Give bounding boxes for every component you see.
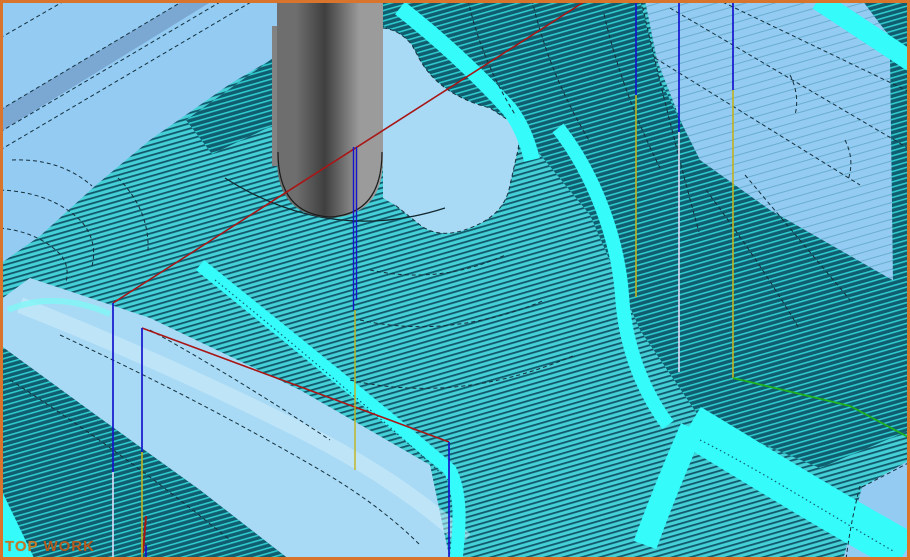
tool-body	[277, 0, 383, 218]
plane-name-label: WORK	[43, 538, 95, 555]
scene-3d	[0, 0, 910, 560]
cutting-tool	[272, 0, 383, 218]
cam-viewport[interactable]: TOP WORK	[0, 0, 910, 560]
view-plane-label: TOP WORK	[5, 538, 95, 555]
tool-holder-edge	[272, 26, 277, 166]
wall-right-edge	[890, 45, 910, 300]
view-name-label: TOP	[5, 538, 38, 555]
